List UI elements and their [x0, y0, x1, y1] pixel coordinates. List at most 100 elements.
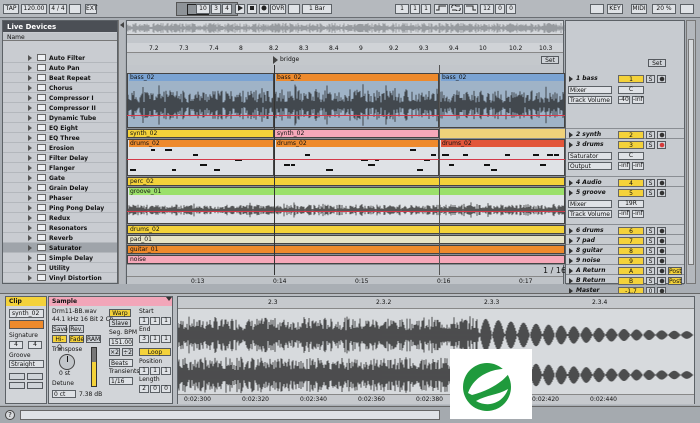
signature-numerator[interactable]: 4 [9, 341, 23, 349]
mixer-scrollbar[interactable] [686, 20, 696, 284]
pan-field[interactable]: C [618, 86, 644, 94]
warp-mode-menu[interactable]: Beats [109, 359, 133, 367]
fold-icon[interactable] [569, 142, 573, 148]
hi-q-button[interactable]: Hi-Q [52, 335, 67, 351]
key-map-button[interactable]: KEY [607, 4, 623, 14]
browser-item[interactable]: Compressor II [3, 103, 117, 113]
position-digit-field[interactable]: 2 [139, 385, 149, 393]
position-digit-field[interactable]: 1 [161, 335, 171, 343]
send-field[interactable]: -inf [632, 162, 644, 170]
audio-clip[interactable]: bass_02 [127, 73, 274, 128]
browser-item[interactable]: Auto Pan [3, 63, 117, 73]
save-button[interactable]: Save [52, 325, 68, 333]
solo-button[interactable]: S [646, 189, 655, 197]
bar-ruler[interactable]: 2.3 2.3.2 2.3.3 2.3.4 [178, 297, 694, 309]
expand-icon[interactable] [28, 65, 32, 71]
loop-length-beat[interactable]: 0 [495, 4, 505, 14]
arm-button[interactable] [657, 131, 666, 139]
track-name[interactable]: B Return [568, 277, 616, 285]
warp-button[interactable]: Warp [109, 309, 131, 317]
length-fields[interactable]: 200 [139, 385, 171, 393]
audio-clip[interactable]: perc_02 [127, 177, 565, 186]
slave-button[interactable]: Slave [109, 319, 131, 327]
sample-time-ruler[interactable]: 0:02:300 0:02:320 0:02:340 0:02:360 0:02:380… [178, 394, 694, 404]
time-ruler[interactable]: 0:13 0:14 0:15 0:16 0:17 [127, 276, 563, 285]
track-activator[interactable]: 5 [618, 189, 644, 197]
position-digit-field[interactable]: 1 [139, 317, 149, 325]
fold-icon[interactable] [569, 248, 573, 254]
arm-button[interactable] [657, 257, 666, 265]
expand-icon[interactable] [28, 115, 32, 121]
solo-button[interactable]: S [646, 227, 655, 235]
audio-clip[interactable]: groove_01 [127, 187, 565, 224]
loop-length-sixteenth[interactable]: 0 [506, 4, 516, 14]
automation-device-menu[interactable]: Mixer [568, 200, 612, 208]
detune-field[interactable]: 0 ct [52, 390, 76, 398]
punch-in-button[interactable] [434, 4, 448, 14]
browser-item[interactable]: Auto Filter [3, 53, 117, 63]
expand-icon[interactable] [28, 265, 32, 271]
midi-clip[interactable]: drums_02 [127, 139, 274, 176]
volume-field[interactable]: -inf [618, 162, 630, 170]
browser-item[interactable]: Beat Repeat [3, 73, 117, 83]
browser-item[interactable]: Vinyl Distortion [3, 273, 117, 283]
track-name[interactable]: A Return [568, 267, 616, 275]
browser-item[interactable]: Saturator [3, 243, 117, 253]
browser-item[interactable]: Utility [3, 263, 117, 273]
punch-out-button[interactable] [464, 4, 478, 14]
nudge-forward-button[interactable] [27, 373, 43, 380]
expand-icon[interactable] [28, 245, 32, 251]
locator-marker-icon[interactable] [273, 56, 278, 64]
browser-item[interactable]: Redux [3, 213, 117, 223]
position-digit-field[interactable]: 1 [150, 317, 160, 325]
draw-mode-button[interactable] [590, 4, 604, 14]
browser-hide-strip[interactable] [118, 20, 125, 284]
launch-mode-button[interactable] [27, 382, 43, 389]
seg-bpm-field[interactable]: 151.00 [109, 338, 133, 346]
position-sixteenth[interactable]: 4 [222, 4, 232, 14]
pan-field[interactable]: 19R [618, 200, 644, 208]
loop-length-bar[interactable]: 12 [480, 4, 494, 14]
fold-icon[interactable] [569, 180, 573, 186]
loop-switch[interactable] [449, 4, 463, 14]
expand-icon[interactable] [28, 155, 32, 161]
stop-button[interactable] [247, 4, 257, 14]
track-name[interactable]: 6 drums [568, 227, 616, 235]
ext-button[interactable]: EXT [85, 4, 97, 14]
position-digit-field[interactable]: 1 [161, 317, 171, 325]
position-bar[interactable]: 10 [196, 4, 210, 14]
fold-icon[interactable] [569, 76, 573, 82]
track-activator[interactable]: 9 [618, 257, 644, 265]
solo-button[interactable]: S [646, 179, 655, 187]
clip-name-field[interactable]: synth_02 [9, 309, 44, 318]
clip-gain-slider[interactable] [91, 347, 97, 387]
expand-icon[interactable] [28, 165, 32, 171]
expand-icon[interactable] [28, 255, 32, 261]
tap-button[interactable]: TAP [3, 4, 19, 14]
track-name[interactable]: 2 synth [568, 131, 616, 139]
browser-item[interactable]: Ping Pong Delay [3, 203, 117, 213]
post-fader-button[interactable]: Post [668, 277, 682, 285]
reverse-button[interactable]: Rev. [69, 325, 84, 333]
solo-button[interactable]: S [646, 131, 655, 139]
expand-icon[interactable] [28, 195, 32, 201]
signature-denominator[interactable]: 4 [28, 341, 42, 349]
arm-button[interactable] [657, 237, 666, 245]
half-tempo-button[interactable]: ÷2 [122, 348, 133, 356]
clip-color-swatch[interactable] [9, 320, 44, 329]
arm-button[interactable] [657, 189, 666, 197]
sample-waveform-editor[interactable]: 2.3 2.3.2 2.3.3 2.3.4 0:02:300 0:02:320 0:02:… [177, 296, 695, 404]
browser-item[interactable]: Chorus [3, 83, 117, 93]
arm-button[interactable] [657, 227, 666, 235]
position-fields[interactable]: 111 [139, 367, 171, 375]
track-name[interactable]: 1 bass [568, 75, 616, 83]
position-digit-field[interactable]: 1 [161, 367, 171, 375]
browser-item[interactable]: Flanger [3, 163, 117, 173]
track-activator[interactable]: A [618, 267, 644, 275]
audio-clip[interactable]: bass_02 [439, 73, 565, 128]
browser-item[interactable]: Gate [3, 173, 117, 183]
browser-item[interactable]: Filter Delay [3, 153, 117, 163]
double-tempo-button[interactable]: ×2 [109, 348, 120, 356]
loop-start-beat[interactable]: 1 [410, 4, 420, 14]
track-name[interactable]: 5 groove [568, 189, 616, 197]
